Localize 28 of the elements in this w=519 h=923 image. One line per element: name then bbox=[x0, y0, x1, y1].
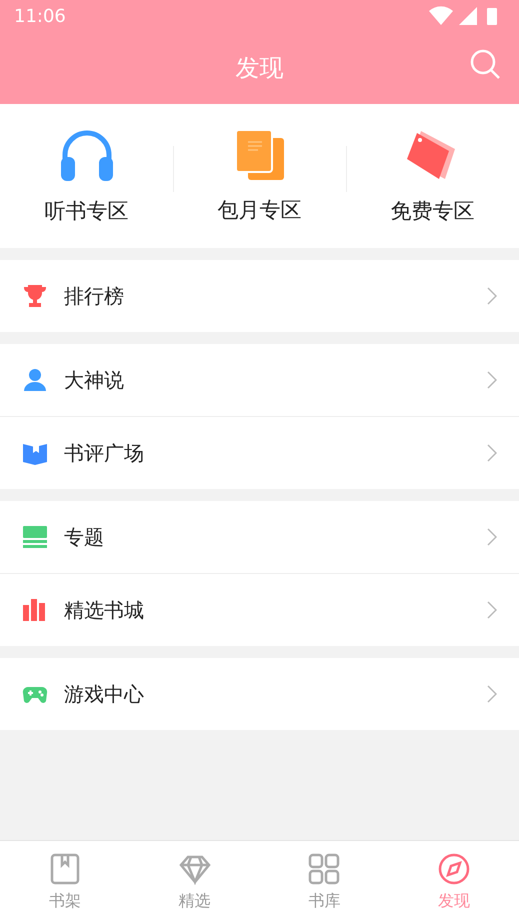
menu-row[interactable]: 大神说 bbox=[0, 344, 519, 416]
chevron-right-icon bbox=[487, 601, 497, 619]
books-icon bbox=[22, 597, 48, 623]
layers-icon bbox=[22, 524, 48, 550]
chevron-right-icon bbox=[487, 444, 497, 462]
chevron-right-icon bbox=[487, 528, 497, 546]
signal-icon bbox=[459, 7, 477, 25]
page-title: 发现 bbox=[236, 53, 284, 84]
menu-row[interactable]: 精选书城 bbox=[0, 573, 519, 646]
zone-link[interactable]: 听书专区 bbox=[44, 197, 128, 225]
battery-icon bbox=[487, 8, 497, 25]
status-time: 11:06 bbox=[14, 6, 66, 26]
chevron-right-icon bbox=[487, 685, 497, 703]
compass-icon bbox=[438, 852, 470, 884]
search-button[interactable] bbox=[469, 48, 501, 80]
trophy-icon bbox=[22, 283, 48, 309]
chevron-right-icon bbox=[487, 287, 497, 305]
grid-icon bbox=[308, 852, 340, 884]
chevron-right-icon bbox=[487, 371, 497, 389]
person-icon bbox=[22, 367, 48, 393]
bookmark-book-icon bbox=[48, 852, 81, 884]
zone-link[interactable]: 免费专区 bbox=[390, 197, 474, 225]
wifi-icon bbox=[429, 6, 453, 25]
zone-link[interactable]: 包月专区 bbox=[218, 196, 302, 224]
menu-row[interactable]: 专题 bbox=[0, 501, 519, 573]
menu-row[interactable]: 游戏中心 bbox=[0, 658, 519, 730]
menu-row[interactable]: 书评广场 bbox=[0, 416, 519, 489]
menu-row[interactable]: 排行榜 bbox=[0, 260, 519, 332]
